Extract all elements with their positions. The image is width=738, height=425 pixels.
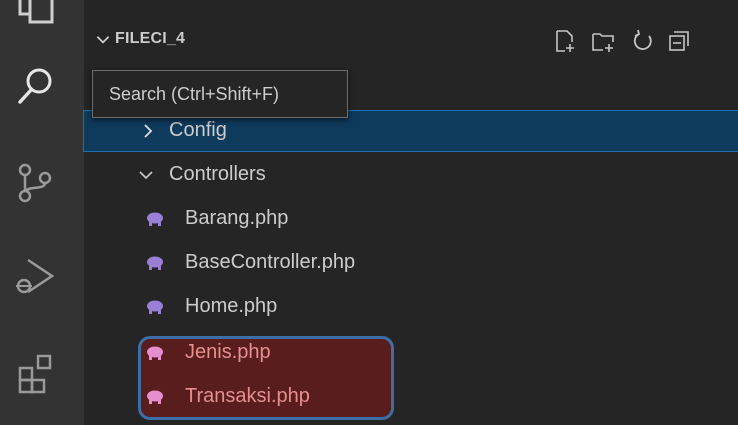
php-file-icon xyxy=(146,255,164,271)
collapse-all-icon[interactable] xyxy=(666,28,692,54)
tree-item-file[interactable]: Home.php xyxy=(84,287,738,327)
explorer-pane: FILECI_4 Config Controllers Barang.php B… xyxy=(83,0,738,425)
search-tooltip: Search (Ctrl+Shift+F) xyxy=(92,70,348,118)
chevron-right-icon xyxy=(140,123,156,139)
extensions-icon[interactable] xyxy=(14,352,58,396)
chevron-down-icon xyxy=(94,30,112,48)
new-file-icon[interactable] xyxy=(552,28,578,54)
php-file-icon xyxy=(146,345,164,361)
tree-item-file[interactable]: Barang.php xyxy=(84,199,738,239)
tree-item-label: BaseController.php xyxy=(185,251,356,273)
section-title: FILECI_4 xyxy=(115,30,186,47)
tree-item-label: Controllers xyxy=(169,163,266,185)
tree-item-label: Barang.php xyxy=(185,207,289,229)
explorer-icon[interactable] xyxy=(14,0,58,28)
run-debug-icon[interactable] xyxy=(14,254,58,298)
php-file-icon xyxy=(146,211,164,227)
explorer-section-header[interactable]: FILECI_4 xyxy=(84,20,738,60)
php-file-icon xyxy=(146,299,164,315)
activity-bar xyxy=(0,0,84,425)
tree-item-file[interactable]: BaseController.php xyxy=(84,243,738,283)
php-file-icon xyxy=(146,389,164,405)
tree-item-label: Transaksi.php xyxy=(185,385,310,407)
chevron-down-icon xyxy=(138,167,154,183)
search-icon[interactable] xyxy=(14,64,58,108)
source-control-icon[interactable] xyxy=(14,160,58,204)
tree-item-label: Home.php xyxy=(185,295,278,317)
tree-item-label: Jenis.php xyxy=(185,341,271,363)
new-folder-icon[interactable] xyxy=(590,28,616,54)
tree-item-file[interactable]: Jenis.php xyxy=(84,333,738,373)
tree-item-label: Config xyxy=(169,119,227,141)
tree-item-controllers-folder[interactable]: Controllers xyxy=(84,155,738,195)
tooltip-text: Search (Ctrl+Shift+F) xyxy=(109,84,280,104)
refresh-icon[interactable] xyxy=(630,28,656,54)
tree-item-file[interactable]: Transaksi.php xyxy=(84,377,738,417)
